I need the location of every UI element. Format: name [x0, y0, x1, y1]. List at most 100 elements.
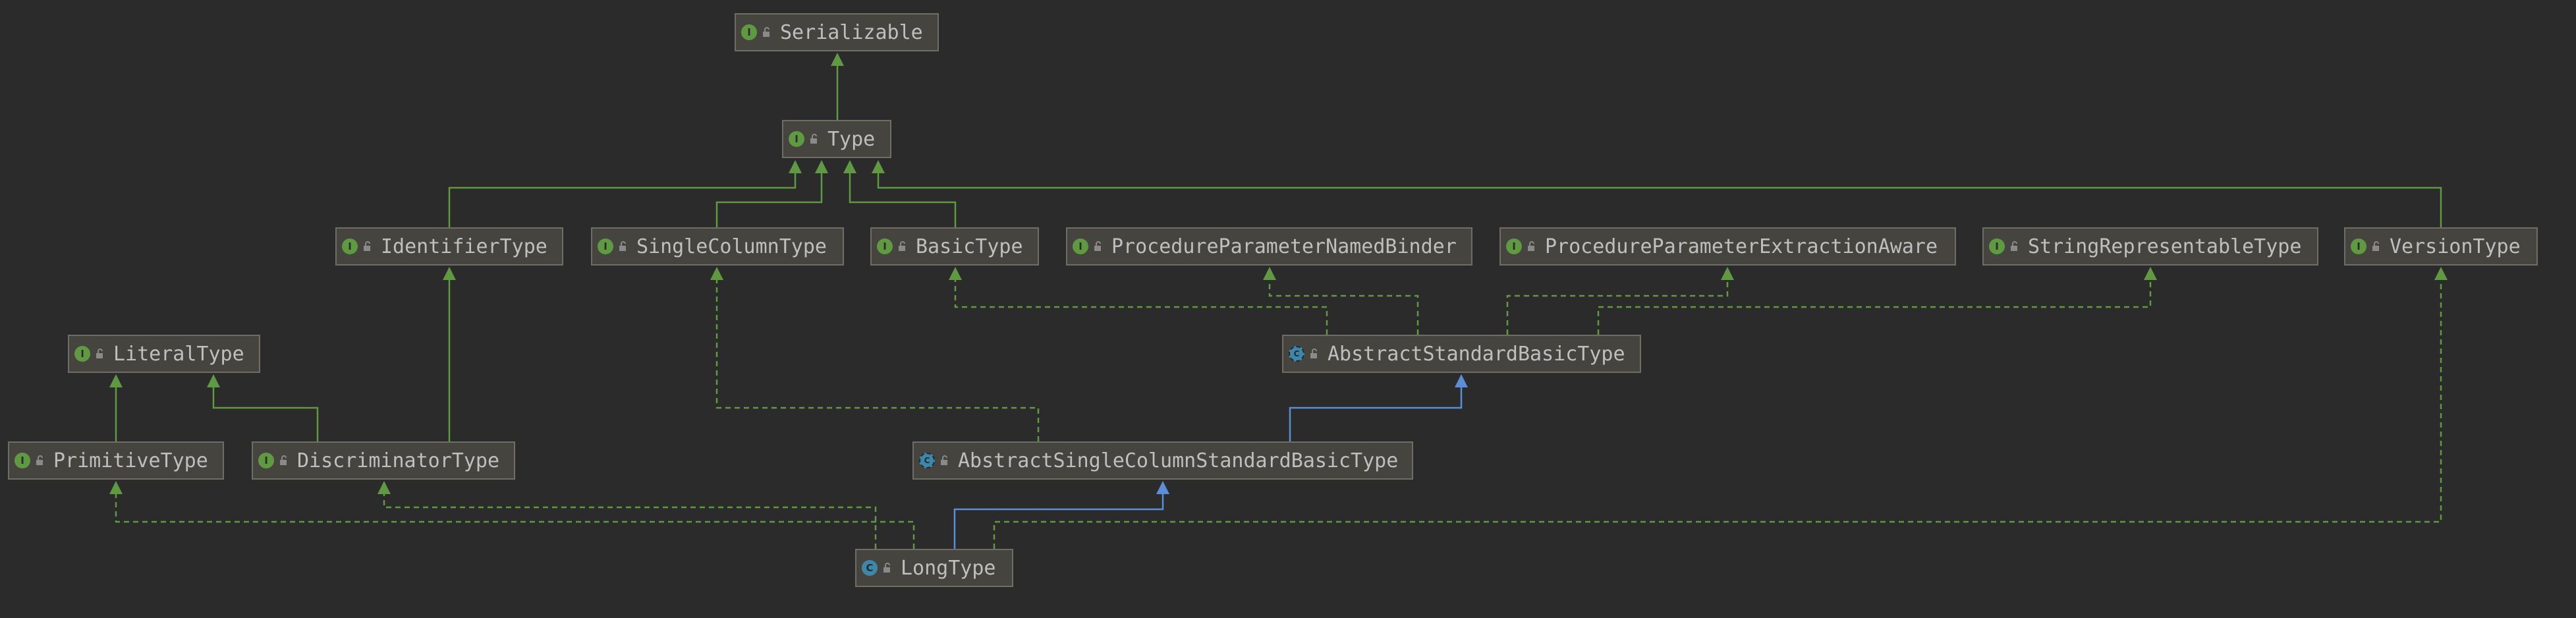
interface-badge-icon: I: [2351, 239, 2366, 254]
edge-line: [953, 494, 1164, 549]
node-label: VersionType: [2390, 235, 2521, 258]
edge-longtype-primitivetype: [109, 481, 915, 549]
public-visibility-icon: [763, 27, 770, 37]
edge-line: [954, 280, 1328, 335]
edge-abstractstandardbasictype-namedbinder: [1263, 267, 1419, 335]
edge-primitivetype-literaltype: [109, 374, 123, 441]
node-procedure-parameter-named-binder[interactable]: I ProcedureParameterNamedBinder: [1066, 227, 1472, 266]
public-visibility-icon: [941, 455, 947, 465]
public-visibility-icon: [883, 563, 890, 573]
interface-badge-icon: I: [598, 239, 613, 254]
node-label: Type: [827, 127, 876, 151]
node-label: ProcedureParameterNamedBinder: [1111, 235, 1457, 258]
public-visibility-icon: [1528, 241, 1534, 251]
arrowhead-icon: [2434, 267, 2448, 280]
edge-singlecolumntype-type: [715, 160, 828, 227]
edge-line: [715, 173, 823, 227]
arrowhead-icon: [1721, 267, 1734, 280]
node-string-representable-type[interactable]: I StringRepresentableType: [1982, 227, 2318, 266]
arrowhead-icon: [872, 160, 885, 173]
edge-abstractsinglecolumn-singlecolumntype: [710, 267, 1040, 441]
node-type[interactable]: I Type: [782, 120, 891, 158]
edge-longtype-abstractsinglecolumn: [953, 481, 1169, 549]
edge-line: [993, 280, 2442, 549]
interface-badge-icon: I: [1989, 239, 2005, 254]
interface-badge-icon: I: [14, 453, 30, 468]
node-label: Serializable: [780, 20, 923, 44]
arrowhead-icon: [789, 160, 802, 173]
public-visibility-icon: [810, 134, 817, 144]
arrowhead-icon: [378, 481, 391, 494]
edge-abstractstandardbasictype-stringrepresentable: [1597, 267, 2157, 335]
node-label: SingleColumnType: [636, 235, 827, 258]
node-basic-type[interactable]: I BasicType: [870, 227, 1039, 266]
node-label: StringRepresentableType: [2028, 235, 2302, 258]
arrowhead-icon: [815, 160, 828, 173]
edge-line: [1597, 280, 2152, 335]
edge-line: [849, 173, 957, 227]
interface-badge-icon: I: [342, 239, 358, 254]
node-label: ProcedureParameterExtractionAware: [1545, 235, 1938, 258]
node-literal-type[interactable]: I LiteralType: [68, 335, 260, 373]
node-long-type[interactable]: C LongType: [855, 549, 1013, 587]
node-single-column-type[interactable]: I SingleColumnType: [591, 227, 844, 266]
edge-longtype-discriminatortype: [378, 481, 877, 549]
edge-abstractsinglecolumn-abstractstandard: [1289, 374, 1468, 441]
node-label: BasicType: [916, 235, 1023, 258]
node-version-type[interactable]: I VersionType: [2344, 227, 2538, 266]
public-visibility-icon: [280, 455, 287, 465]
edge-line: [715, 280, 1040, 441]
public-visibility-icon: [1094, 241, 1101, 251]
arrowhead-icon: [443, 267, 456, 280]
inheritance-edges: [109, 53, 2448, 549]
edge-discriminatortype-literaltype: [207, 374, 319, 441]
arrowhead-icon: [949, 267, 962, 280]
arrowhead-icon: [1455, 374, 1468, 387]
interface-badge-icon: I: [741, 24, 757, 40]
edge-longtype-versiontype: [993, 267, 2448, 549]
arrowhead-icon: [710, 267, 723, 280]
interface-badge-icon: I: [258, 453, 274, 468]
node-label: AbstractStandardBasicType: [1328, 342, 1625, 366]
public-visibility-icon: [96, 349, 103, 358]
node-procedure-parameter-extraction-aware[interactable]: I ProcedureParameterExtractionAware: [1499, 227, 1956, 266]
arrowhead-icon: [843, 160, 856, 173]
node-label: LiteralType: [113, 342, 244, 366]
abstract-class-badge-icon: C: [919, 453, 935, 468]
edge-line: [1289, 387, 1463, 441]
interface-badge-icon: I: [1506, 239, 1522, 254]
node-abstract-single-column-standard-basic-type[interactable]: C AbstractSingleColumnStandardBasicType: [912, 441, 1413, 480]
node-abstract-standard-basic-type[interactable]: C AbstractStandardBasicType: [1282, 335, 1641, 373]
public-visibility-icon: [36, 455, 43, 465]
uml-class-diagram: I Serializable I Type I IdentifierType I Single…: [0, 0, 2576, 618]
arrowhead-icon: [109, 481, 123, 494]
abstract-class-badge-icon: C: [1289, 346, 1304, 362]
arrowhead-icon: [207, 374, 220, 387]
node-label: DiscriminatorType: [297, 449, 500, 472]
node-discriminator-type[interactable]: I DiscriminatorType: [252, 441, 515, 480]
node-label: AbstractSingleColumnStandardBasicType: [958, 449, 1399, 472]
interface-badge-icon: I: [74, 346, 90, 362]
public-visibility-icon: [2372, 241, 2379, 251]
edge-line: [448, 173, 797, 227]
edge-line: [115, 494, 915, 549]
edge-line: [877, 173, 2442, 227]
interface-badge-icon: I: [1073, 239, 1088, 254]
public-visibility-icon: [364, 241, 370, 251]
arrowhead-icon: [831, 53, 844, 66]
arrowhead-icon: [1156, 481, 1169, 494]
edge-discriminatortype-identifiertype: [443, 267, 456, 441]
public-visibility-icon: [1310, 349, 1317, 358]
node-label: LongType: [901, 556, 996, 580]
edge-basictype-type: [843, 160, 957, 227]
arrowhead-icon: [109, 374, 123, 387]
node-label: IdentifierType: [381, 235, 547, 258]
node-primitive-type[interactable]: I PrimitiveType: [8, 441, 224, 480]
public-visibility-icon: [2011, 241, 2017, 251]
node-serializable[interactable]: I Serializable: [735, 13, 939, 51]
edge-abstractstandardbasictype-extractionaware: [1506, 267, 1734, 335]
arrowhead-icon: [1263, 267, 1276, 280]
node-identifier-type[interactable]: I IdentifierType: [335, 227, 563, 266]
edge-line: [212, 387, 319, 441]
edge-versiontype-type: [872, 160, 2442, 227]
